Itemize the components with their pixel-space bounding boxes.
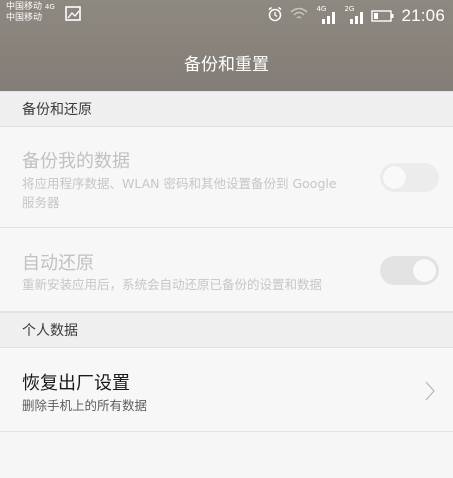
section-header-personal: 个人数据 xyxy=(0,312,453,348)
page-title: 备份和重置 xyxy=(184,55,269,75)
section-header-backup: 备份和还原 xyxy=(0,91,453,127)
carrier-1-network: 4G xyxy=(44,3,55,11)
image-icon xyxy=(65,6,81,25)
backup-data-toggle[interactable] xyxy=(380,163,439,192)
auto-restore-toggle[interactable] xyxy=(380,256,439,285)
title-bar: 备份和重置 xyxy=(0,34,453,91)
signal-icon: 2G xyxy=(343,5,365,25)
factory-reset-row[interactable]: 恢复出厂设置 删除手机上的所有数据 xyxy=(0,348,453,432)
row-subtitle: 将应用程序数据、WLAN 密码和其他设置备份到 Google 服务器 xyxy=(22,176,337,210)
signal-icon: 4G xyxy=(315,5,337,25)
chevron-right-icon xyxy=(425,381,435,405)
carrier-info: 中国移动 4G 中国移动 xyxy=(6,2,55,24)
auto-restore-row[interactable]: 自动还原 重新安装应用后，系统会自动还原已备份的设置和数据 xyxy=(0,228,453,312)
carrier-2-name: 中国移动 xyxy=(6,13,43,23)
status-time: 21:06 xyxy=(401,6,445,25)
carrier-1-name: 中国移动 xyxy=(6,2,43,12)
alarm-icon xyxy=(267,6,283,26)
backup-data-row[interactable]: 备份我的数据 将应用程序数据、WLAN 密码和其他设置备份到 Google 服务… xyxy=(0,127,453,228)
wifi-icon xyxy=(289,6,309,26)
row-title: 恢复出厂设置 xyxy=(22,373,130,394)
battery-icon xyxy=(371,7,395,26)
section-label: 个人数据 xyxy=(22,323,78,339)
row-title: 自动还原 xyxy=(22,253,94,274)
toggle-knob xyxy=(413,259,436,282)
status-icons: 4G 2G 21:06 xyxy=(267,5,445,27)
toggle-knob xyxy=(383,166,406,189)
row-title: 备份我的数据 xyxy=(22,151,130,172)
section-label: 备份和还原 xyxy=(22,102,92,118)
row-subtitle: 重新安装应用后，系统会自动还原已备份的设置和数据 xyxy=(22,277,323,292)
row-subtitle: 删除手机上的所有数据 xyxy=(22,398,148,413)
status-bar: 中国移动 4G 中国移动 4G 2G 21:06 xyxy=(0,0,453,34)
